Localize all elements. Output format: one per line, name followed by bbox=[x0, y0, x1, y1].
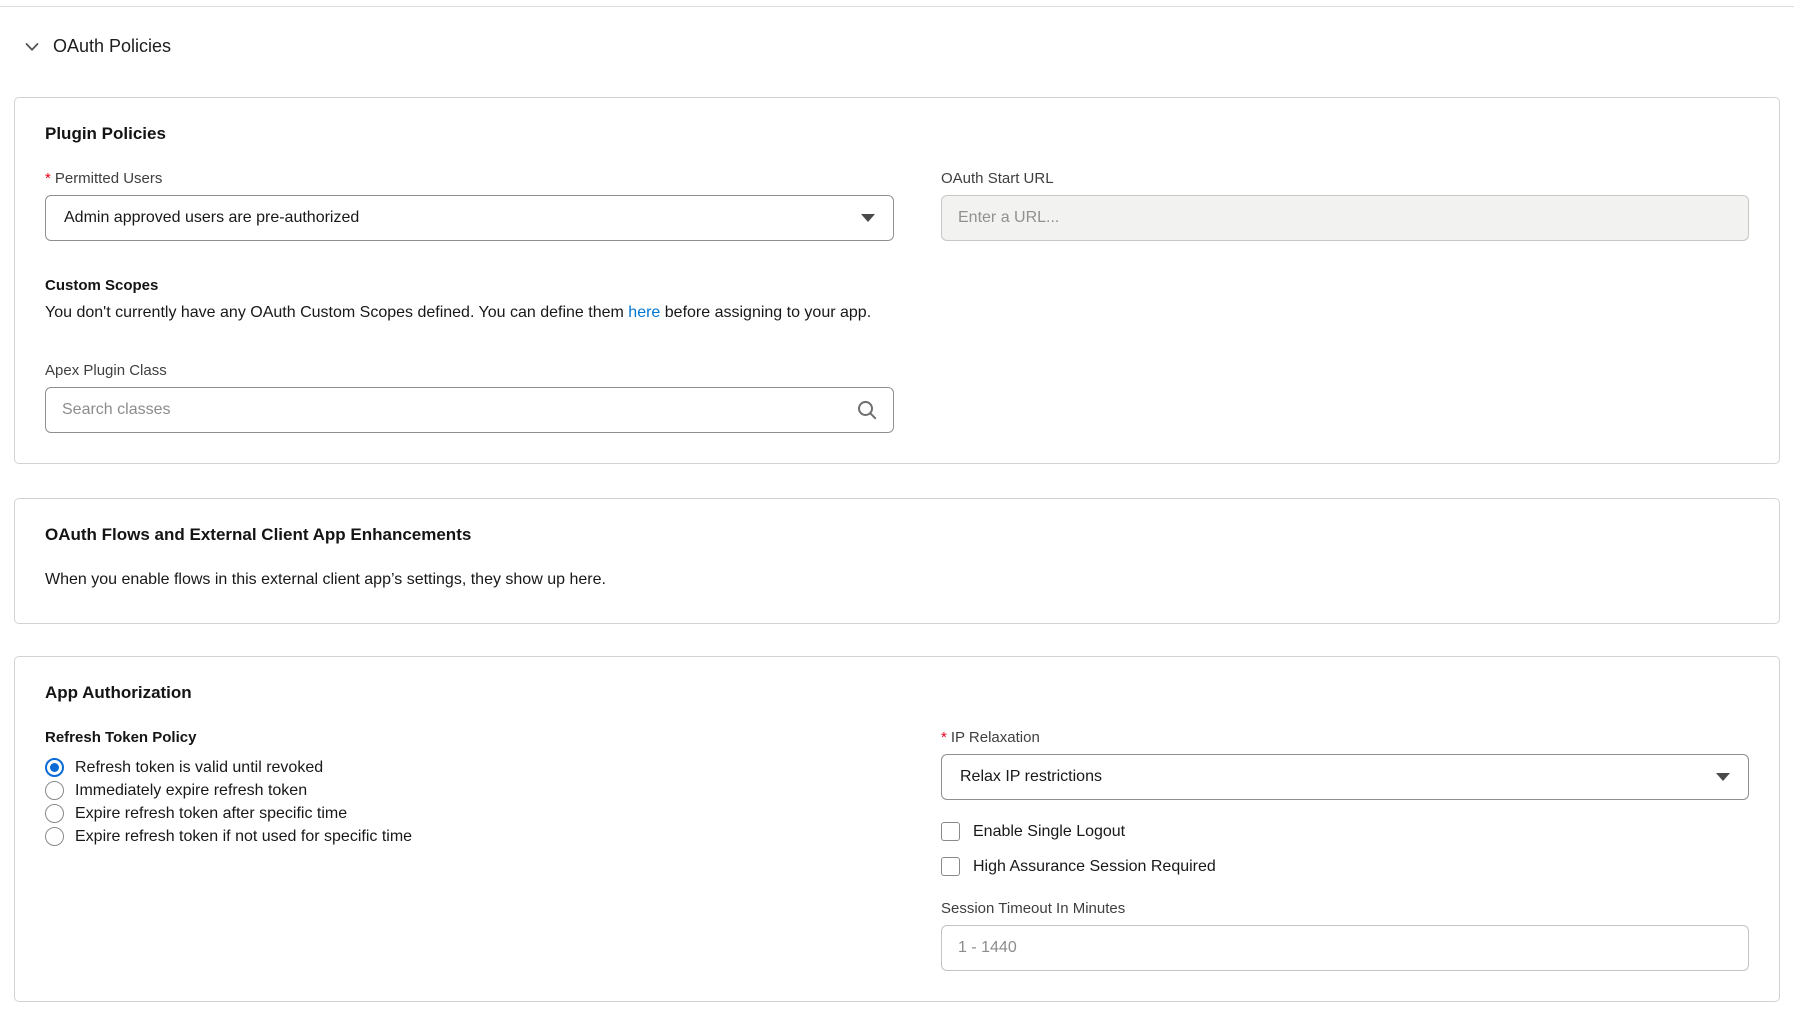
top-divider bbox=[0, 6, 1794, 7]
custom-scopes-title: Custom Scopes bbox=[45, 277, 1749, 294]
search-icon[interactable] bbox=[856, 399, 878, 421]
radio-unselected-icon bbox=[45, 781, 64, 800]
permitted-users-field: *Permitted Users Admin approved users ar… bbox=[45, 170, 894, 241]
permitted-users-value: Admin approved users are pre-authorized bbox=[64, 209, 359, 227]
oauth-start-url-field: OAuth Start URL bbox=[941, 170, 1749, 241]
ip-relaxation-value: Relax IP restrictions bbox=[960, 768, 1102, 786]
permitted-users-select[interactable]: Admin approved users are pre-authorized bbox=[45, 195, 894, 241]
oauth-flows-title: OAuth Flows and External Client App Enha… bbox=[45, 525, 1749, 545]
refresh-token-policy-group: Refresh Token Policy Refresh token is va… bbox=[45, 729, 894, 971]
custom-scopes-description: You don't currently have any OAuth Custo… bbox=[45, 300, 1749, 326]
required-asterisk: * bbox=[45, 170, 51, 187]
required-asterisk: * bbox=[941, 729, 947, 746]
app-authorization-right-column: *IP Relaxation Relax IP restrictions Ena… bbox=[941, 729, 1749, 971]
plugin-policies-card: Plugin Policies *Permitted Users Admin a… bbox=[14, 97, 1780, 464]
chevron-down-icon bbox=[1716, 773, 1730, 781]
oauth-flows-card: OAuth Flows and External Client App Enha… bbox=[14, 498, 1780, 624]
ip-relaxation-label: *IP Relaxation bbox=[941, 729, 1749, 746]
session-timeout-label: Session Timeout In Minutes bbox=[941, 900, 1749, 917]
checkbox-unchecked-icon bbox=[941, 857, 960, 876]
radio-selected-icon bbox=[45, 758, 64, 777]
chevron-down-icon bbox=[24, 39, 40, 55]
radio-expire-refresh-token-after-time[interactable]: Expire refresh token after specific time bbox=[45, 802, 894, 825]
session-timeout-input[interactable] bbox=[941, 925, 1749, 971]
app-authorization-card: App Authorization Refresh Token Policy R… bbox=[14, 656, 1780, 1002]
section-title: OAuth Policies bbox=[53, 36, 171, 57]
refresh-token-policy-label: Refresh Token Policy bbox=[45, 729, 894, 746]
apex-plugin-class-label: Apex Plugin Class bbox=[45, 362, 1749, 379]
radio-unselected-icon bbox=[45, 804, 64, 823]
checkbox-unchecked-icon bbox=[941, 822, 960, 841]
high-assurance-session-checkbox[interactable]: High Assurance Session Required bbox=[941, 857, 1749, 876]
enable-single-logout-checkbox[interactable]: Enable Single Logout bbox=[941, 822, 1749, 841]
apex-plugin-class-search-input[interactable] bbox=[45, 387, 894, 433]
chevron-down-icon bbox=[861, 214, 875, 222]
oauth-policies-page: OAuth Policies Plugin Policies *Permitte… bbox=[0, 0, 1794, 1030]
radio-refresh-token-valid-until-revoked[interactable]: Refresh token is valid until revoked bbox=[45, 756, 894, 779]
radio-expire-refresh-token-if-unused[interactable]: Expire refresh token if not used for spe… bbox=[45, 825, 894, 848]
oauth-flows-description: When you enable flows in this external c… bbox=[45, 567, 1749, 593]
app-authorization-title: App Authorization bbox=[45, 683, 1749, 703]
oauth-start-url-input[interactable] bbox=[941, 195, 1749, 241]
apex-plugin-class-search bbox=[45, 387, 894, 433]
plugin-policies-title: Plugin Policies bbox=[45, 124, 1749, 144]
radio-unselected-icon bbox=[45, 827, 64, 846]
permitted-users-label: *Permitted Users bbox=[45, 170, 894, 187]
oauth-start-url-label: OAuth Start URL bbox=[941, 170, 1749, 187]
here-link[interactable]: here bbox=[628, 304, 660, 321]
ip-relaxation-select[interactable]: Relax IP restrictions bbox=[941, 754, 1749, 800]
radio-immediately-expire-refresh-token[interactable]: Immediately expire refresh token bbox=[45, 779, 894, 802]
oauth-policies-section-toggle[interactable]: OAuth Policies bbox=[0, 0, 1794, 57]
